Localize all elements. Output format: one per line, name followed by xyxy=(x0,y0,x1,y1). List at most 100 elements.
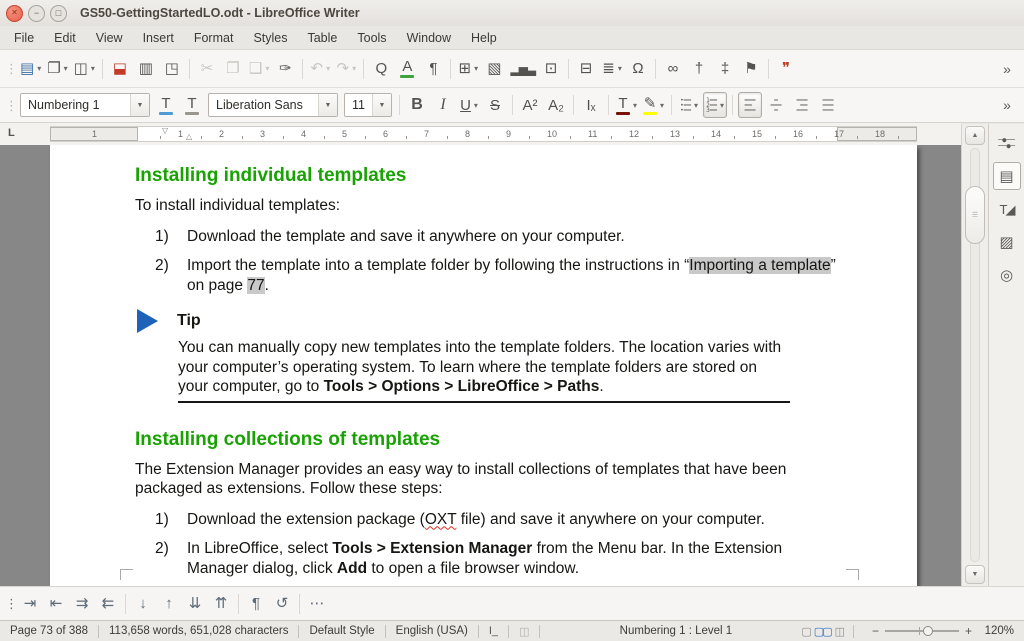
font-size-combobox[interactable]: 11 ▼ xyxy=(344,93,392,117)
new-document-button[interactable]: ▤ xyxy=(18,56,43,82)
toolbar-grip[interactable]: ⋮ xyxy=(5,591,16,617)
document-page[interactable]: Installing individual templates To insta… xyxy=(50,145,917,586)
sidebar-styles-button[interactable]: T◢ xyxy=(993,195,1021,223)
insert-endnote-button[interactable]: ‡ xyxy=(713,56,737,82)
hanging-indent-marker[interactable]: △ xyxy=(186,133,192,141)
highlight-color-button[interactable]: ✎ xyxy=(641,92,666,118)
sidebar-navigator-button[interactable]: ◎ xyxy=(993,261,1021,289)
horizontal-ruler[interactable]: L 1 123456789101112131415161718 ▽ △ xyxy=(0,123,961,146)
font-name-combobox[interactable]: Liberation Sans ▼ xyxy=(208,93,338,117)
insert-bookmark-button[interactable]: ⚑ xyxy=(739,56,763,82)
promote-one-level-button[interactable]: ⇤ xyxy=(44,591,68,617)
demote-with-subpoints-button[interactable]: ⇉ xyxy=(70,591,94,617)
bullets-numbering-dialog-button[interactable]: ⋯ xyxy=(305,591,329,617)
ordered-list-button[interactable]: 1━━ 2━━ 3━━ xyxy=(703,92,727,118)
open-file-button[interactable]: ❐ xyxy=(45,56,69,82)
toolbar-grip[interactable]: ⋮ xyxy=(5,92,16,118)
first-line-indent-marker[interactable]: ▽ xyxy=(162,127,168,135)
zoom-slider[interactable]: − + xyxy=(872,624,972,638)
status-language[interactable]: English (USA) xyxy=(396,625,468,637)
demote-one-level-button[interactable]: ⇥ xyxy=(18,591,42,617)
paragraph-style-dropdown-arrow[interactable]: ▼ xyxy=(130,94,149,116)
bullet-list-button[interactable]: •━━ •━━ •━━ xyxy=(677,92,701,118)
page-number-field[interactable]: 77 xyxy=(247,277,264,294)
special-character-button[interactable]: Ω xyxy=(626,56,650,82)
promote-with-subpoints-button[interactable]: ⇇ xyxy=(96,591,120,617)
restart-numbering-button[interactable]: ↺ xyxy=(270,591,294,617)
paste-button[interactable]: ❑ xyxy=(247,56,271,82)
justify-button[interactable]: ━━━ ━━━ ━━━ xyxy=(816,92,840,118)
zoom-slider-handle[interactable] xyxy=(923,626,933,636)
multi-page-view-icon[interactable]: ▢▢ xyxy=(814,625,831,638)
vertical-scrollbar[interactable]: ▲ ▼ xyxy=(961,124,988,586)
insert-field-button[interactable]: ≣ xyxy=(600,56,624,82)
zoom-in-icon[interactable]: + xyxy=(965,624,972,638)
align-right-button[interactable]: ━━━ ━━ ━━━ xyxy=(790,92,814,118)
status-word-count[interactable]: 113,658 words, 651,028 characters xyxy=(109,625,288,637)
clear-formatting-button[interactable]: Iₓ xyxy=(579,92,603,118)
insert-table-button[interactable]: ⊞ xyxy=(456,56,480,82)
maximize-button[interactable]: □ xyxy=(50,5,67,22)
save-button[interactable]: ◫ xyxy=(72,56,97,82)
export-pdf-button[interactable]: ⬓ xyxy=(108,56,132,82)
align-left-button[interactable]: ━━━ ━━ ━━━ xyxy=(738,92,762,118)
zoom-out-icon[interactable]: − xyxy=(872,624,879,638)
zoom-level[interactable]: 120% xyxy=(980,625,1014,637)
spelling-button[interactable]: A xyxy=(395,56,419,82)
document-modified-indicator[interactable]: ◫ xyxy=(519,625,529,638)
toolbar-more-button[interactable]: » xyxy=(995,56,1019,82)
italic-button[interactable]: I xyxy=(431,92,455,118)
minimize-button[interactable]: − xyxy=(28,5,45,22)
menu-edit[interactable]: Edit xyxy=(44,28,86,48)
insert-mode-indicator[interactable]: I_ xyxy=(489,625,498,637)
move-up-button[interactable]: ↑ xyxy=(157,591,181,617)
page-break-button[interactable]: ⊟ xyxy=(574,56,598,82)
move-down-button[interactable]: ↓ xyxy=(131,591,155,617)
menu-format[interactable]: Format xyxy=(184,28,244,48)
insert-chart-button[interactable]: ▂▅▃ xyxy=(508,56,537,82)
status-page-style[interactable]: Default Style xyxy=(309,625,374,637)
move-up-with-subpoints-button[interactable]: ⇈ xyxy=(209,591,233,617)
print-preview-button[interactable]: ◳ xyxy=(160,56,184,82)
update-style-button[interactable]: T xyxy=(154,92,178,118)
insert-textbox-button[interactable]: ⊡ xyxy=(539,56,563,82)
scrollbar-thumb[interactable] xyxy=(965,186,985,244)
print-button[interactable]: ▥ xyxy=(134,56,158,82)
font-size-dropdown-arrow[interactable]: ▼ xyxy=(372,94,391,116)
formatting-marks-button[interactable]: ¶ xyxy=(421,56,445,82)
tab-stop-type-selector[interactable]: L xyxy=(8,127,15,139)
bold-button[interactable]: B xyxy=(405,92,429,118)
cross-reference-field[interactable]: Importing a template xyxy=(689,257,830,274)
align-center-button[interactable]: ━ ━━━ ━ xyxy=(764,92,788,118)
menu-table[interactable]: Table xyxy=(297,28,347,48)
menu-view[interactable]: View xyxy=(86,28,133,48)
insert-hyperlink-button[interactable]: ∞ xyxy=(661,56,685,82)
subscript-button[interactable]: A₂ xyxy=(544,92,568,118)
sidebar-gallery-button[interactable]: ▨ xyxy=(993,228,1021,256)
redo-button[interactable]: ↷ xyxy=(334,56,358,82)
single-page-view-icon[interactable]: ▢ xyxy=(801,625,809,638)
insert-unnumbered-entry-button[interactable]: ¶ xyxy=(244,591,268,617)
move-down-with-subpoints-button[interactable]: ⇊ xyxy=(183,591,207,617)
book-view-icon[interactable]: ◫ xyxy=(835,625,843,638)
sidebar-properties-button[interactable]: ▤ xyxy=(993,162,1021,190)
insert-comment-button[interactable]: ❞ xyxy=(774,56,798,82)
cut-button[interactable]: ✂ xyxy=(195,56,219,82)
menu-insert[interactable]: Insert xyxy=(133,28,184,48)
find-replace-button[interactable]: Q xyxy=(369,56,393,82)
strikethrough-button[interactable]: S xyxy=(483,92,507,118)
menu-window[interactable]: Window xyxy=(397,28,461,48)
status-page-number[interactable]: Page 73 of 388 xyxy=(10,625,88,637)
menu-help[interactable]: Help xyxy=(461,28,507,48)
sidebar-settings-button[interactable]: ─●── ──●─ xyxy=(993,129,1021,157)
font-name-dropdown-arrow[interactable]: ▼ xyxy=(318,94,337,116)
scroll-down-button[interactable]: ▼ xyxy=(965,565,985,584)
copy-button[interactable]: ❐ xyxy=(221,56,245,82)
paragraph-style-combobox[interactable]: Numbering 1 ▼ xyxy=(20,93,150,117)
scroll-up-button[interactable]: ▲ xyxy=(965,126,985,145)
font-color-button[interactable]: T xyxy=(614,92,639,118)
toolbar-more-button[interactable]: » xyxy=(995,92,1019,118)
menu-styles[interactable]: Styles xyxy=(243,28,297,48)
toolbar-grip[interactable]: ⋮ xyxy=(5,56,16,82)
underline-button[interactable]: U xyxy=(457,92,481,118)
